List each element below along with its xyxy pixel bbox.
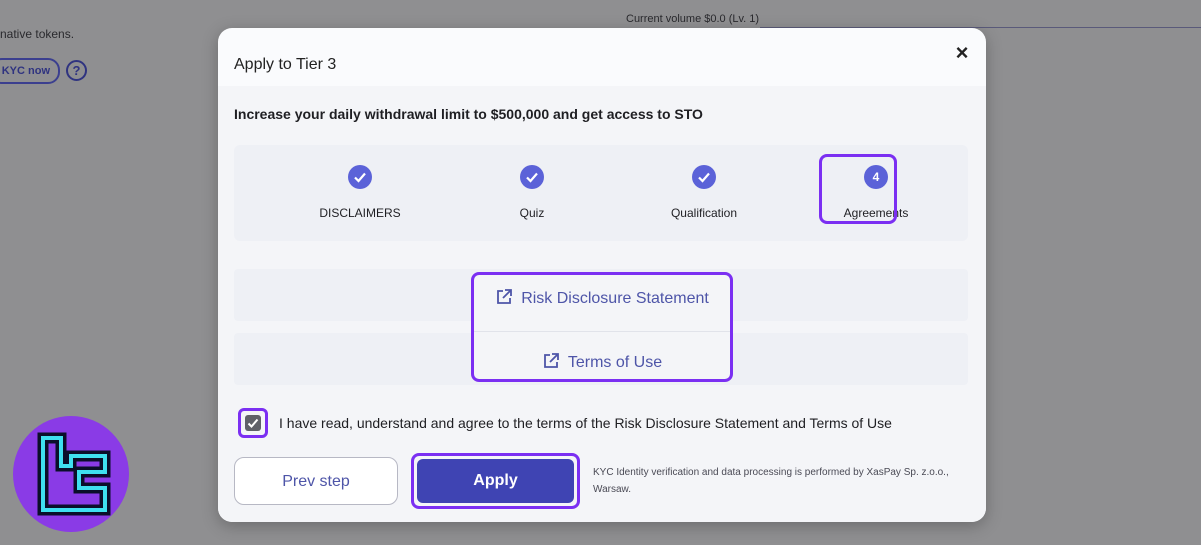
step-label: Quiz bbox=[519, 206, 545, 220]
help-icon[interactable]: ? bbox=[66, 60, 87, 81]
agreement-text: I have read, understand and agree to the… bbox=[279, 415, 892, 431]
risk-disclosure-link[interactable]: Risk Disclosure Statement bbox=[474, 288, 730, 311]
check-icon bbox=[348, 165, 372, 189]
modal-title: Apply to Tier 3 bbox=[234, 56, 337, 73]
close-icon[interactable]: × bbox=[951, 42, 973, 64]
step-qualification: Qualification bbox=[624, 145, 784, 241]
apply-button-highlight: Apply bbox=[411, 453, 580, 509]
brand-logo bbox=[13, 416, 129, 532]
documents-box: Risk Disclosure Statement Terms of Use bbox=[471, 272, 733, 382]
background-volume-text: Current volume $0.0 (Lv. 1) bbox=[626, 13, 760, 25]
brand-logo-icon bbox=[37, 432, 111, 516]
background-kyc-now-button[interactable]: KYC now bbox=[0, 58, 60, 84]
check-icon bbox=[247, 418, 259, 428]
prev-step-button[interactable]: Prev step bbox=[234, 457, 398, 505]
divider bbox=[474, 331, 730, 332]
terms-of-use-link[interactable]: Terms of Use bbox=[474, 352, 730, 375]
risk-disclosure-label: Risk Disclosure Statement bbox=[521, 290, 709, 307]
check-icon bbox=[692, 165, 716, 189]
kyc-note: KYC Identity verification and data proce… bbox=[593, 467, 949, 495]
current-step-highlight bbox=[819, 154, 897, 224]
modal-subtitle: Increase your daily withdrawal limit to … bbox=[234, 106, 703, 122]
step-quiz: Quiz bbox=[452, 145, 612, 241]
external-link-icon bbox=[495, 288, 513, 311]
background-tokens-text: native tokens. bbox=[0, 27, 75, 41]
modal-body: Increase your daily withdrawal limit to … bbox=[218, 86, 986, 522]
agreement-checkbox[interactable] bbox=[238, 408, 268, 438]
terms-of-use-label: Terms of Use bbox=[567, 354, 663, 371]
external-link-icon bbox=[542, 352, 560, 375]
apply-tier-modal: Apply to Tier 3 × Increase your daily wi… bbox=[218, 28, 986, 522]
step-label: DISCLAIMERS bbox=[319, 206, 401, 220]
apply-button[interactable]: Apply bbox=[417, 459, 574, 503]
step-disclaimers: DISCLAIMERS bbox=[280, 145, 440, 241]
step-label: Qualification bbox=[670, 206, 738, 220]
check-icon bbox=[520, 165, 544, 189]
checkbox-fill bbox=[245, 415, 261, 431]
